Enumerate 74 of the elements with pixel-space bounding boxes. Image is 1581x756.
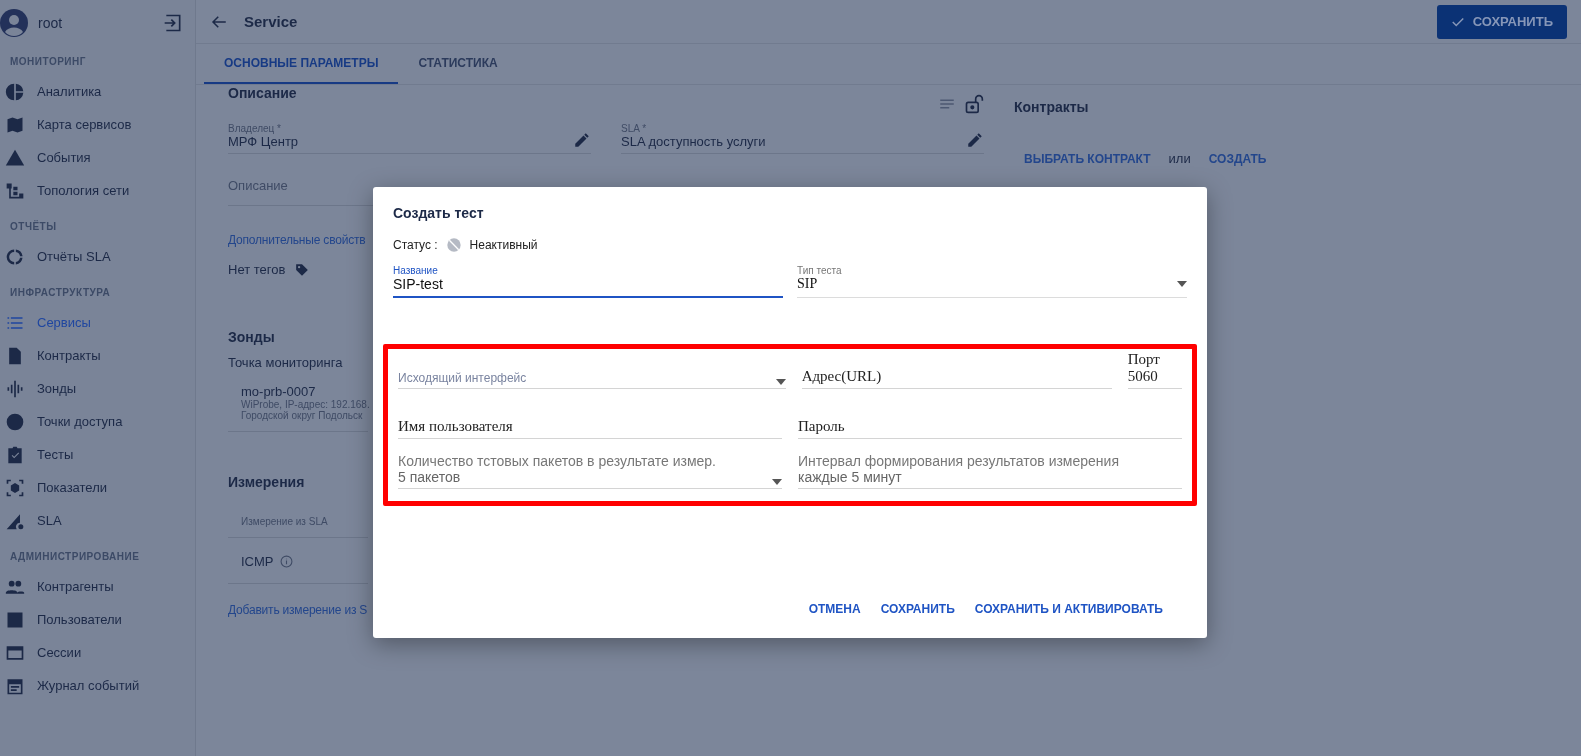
nav-item[interactable]: Сервисы [0, 306, 195, 339]
add-measurement-link[interactable]: Добавить измерение из S [228, 603, 368, 617]
tab[interactable]: СТАТИСТИКА [398, 44, 518, 84]
dialog-button[interactable]: СОХРАНИТЬ И АКТИВИРОВАТЬ [974, 596, 1163, 622]
nav-item[interactable]: Топология сети [0, 174, 195, 207]
save-button[interactable]: СОХРАНИТЬ [1436, 4, 1567, 39]
section-title: ИНФРАСТРУКТУРА [9, 286, 112, 300]
tab[interactable]: ОСНОВНЫЕ ПАРАМЕТРЫ [204, 44, 399, 84]
field-value: SLA доступность услуги [621, 134, 766, 149]
nav-item[interactable]: Отчёты SLA [0, 240, 195, 273]
user-name: root [38, 15, 64, 31]
input-field[interactable]: Пароль [798, 399, 1182, 439]
probe-details: WiProbe, IP-адрес: 192.168. [241, 399, 370, 410]
tags-text: Нет тегов [228, 262, 286, 277]
create-link[interactable]: СОЗДАТЬ [1208, 151, 1267, 166]
nav-item[interactable]: SLA [0, 504, 195, 537]
nav-item[interactable]: Тесты [0, 438, 195, 471]
input-field[interactable]: Имя пользователя [398, 399, 782, 439]
cube-scan-icon [5, 477, 25, 498]
dialog-button[interactable]: ОТМЕНА [808, 596, 861, 622]
nav-item[interactable]: Контрагенты [0, 570, 195, 603]
section-title: АДМИНИСТРИРОВАНИЕ [9, 550, 141, 564]
pencil-icon[interactable] [573, 131, 591, 149]
page-title: Service [244, 13, 299, 30]
tag-icon[interactable] [295, 262, 310, 277]
dialog-button[interactable]: СОХРАНИТЬ [880, 596, 955, 622]
section-title: ОТЧЁТЫ [9, 219, 58, 234]
select-field[interactable]: Исходящий интерфейс [398, 349, 786, 389]
waveform-icon [5, 378, 25, 399]
caret-icon[interactable] [775, 379, 786, 385]
dialog-title: Создать тест [393, 205, 485, 221]
avatar-icon[interactable] [0, 9, 28, 37]
nav-item[interactable]: Журнал событий [0, 669, 195, 702]
input-field[interactable]: Порт 5060 [1127, 349, 1182, 389]
nav-item[interactable]: Сессии [0, 636, 195, 669]
nav-item[interactable]: Точки доступа [0, 405, 195, 438]
nav-item[interactable]: Пользователи [0, 603, 195, 636]
section-heading: Измерения [228, 474, 305, 490]
nav-item[interactable]: Контракты [0, 339, 195, 372]
disabled-status-icon [445, 237, 462, 253]
caret-icon[interactable] [772, 479, 782, 485]
table-cell: ICMP [241, 554, 274, 569]
name-field[interactable]: Название SIP-test [393, 265, 783, 298]
input-field[interactable]: Адрес(URL) [801, 349, 1112, 389]
input-field[interactable]: Интервал формирования результатов измерения каждые 5 минут [798, 449, 1182, 489]
status-label: Статус : [393, 238, 438, 252]
select-field[interactable]: Количество тстовых пакетов в результате измер. 5 пакетов [398, 449, 782, 489]
pencil-icon[interactable] [966, 131, 984, 149]
info-icon[interactable] [279, 555, 293, 568]
field-label: SLA * [621, 123, 648, 134]
field-label: Точка мониторинга [228, 355, 344, 370]
circle-icon [5, 411, 25, 432]
logout-icon[interactable] [163, 13, 183, 33]
section-heading: Контракты [1014, 99, 1089, 115]
nav-item[interactable]: Карта сервисов [0, 108, 195, 141]
pie-chart-icon [5, 81, 25, 102]
nav-item[interactable]: Зонды [0, 372, 195, 405]
field-value: МРФ Центр [228, 134, 299, 149]
or-text: или [1168, 151, 1191, 166]
status-value: Неактивный [469, 238, 538, 252]
field-label: Владелец * [228, 123, 282, 134]
choose-contract-link[interactable]: ВЫБРАТЬ КОНТРАКТ [1024, 151, 1151, 166]
probe-name: mo-prb-0007 [241, 384, 316, 399]
unlocked-padlock-icon[interactable] [964, 94, 984, 114]
test-type-select[interactable]: Тип теста SIP [797, 265, 1187, 298]
extra-properties-link[interactable]: Дополнительные свойств [228, 233, 366, 247]
clipboard-check-icon [5, 444, 25, 465]
nav-item[interactable]: Аналитика [0, 75, 195, 108]
nav-item[interactable]: События [0, 141, 195, 174]
section-heading: Зонды [228, 329, 275, 345]
section-heading: Описание [228, 85, 297, 101]
caret-icon[interactable] [1177, 281, 1187, 287]
nav-item[interactable]: Показатели [0, 471, 195, 504]
section-title: МОНИТОРИНГ [9, 55, 87, 69]
